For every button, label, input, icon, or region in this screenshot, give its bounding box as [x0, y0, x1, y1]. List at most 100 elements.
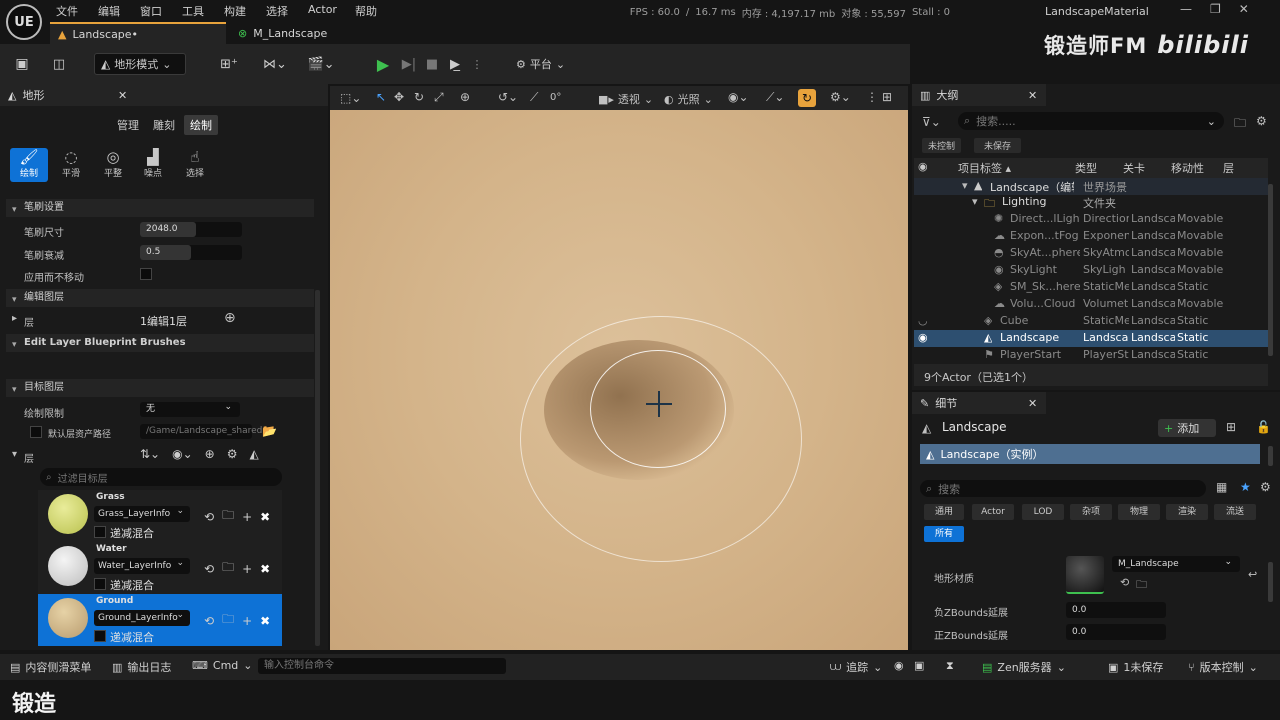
- filter-general[interactable]: 通用: [924, 504, 964, 520]
- minimize-icon[interactable]: —: [1180, 2, 1192, 16]
- lighting-button[interactable]: ◐ 光照 ⌄: [664, 91, 713, 107]
- select-mode-icon[interactable]: ⬚⌄: [340, 91, 361, 105]
- filter-lod[interactable]: LOD: [1022, 504, 1064, 520]
- close-icon[interactable]: ✕: [1239, 2, 1249, 16]
- outliner-row-selected[interactable]: ◉ ◭ Landscape Landsca Landsca Static: [914, 330, 1268, 347]
- default-path-field[interactable]: /Game/Landscape_shared: [140, 424, 262, 439]
- outliner-row[interactable]: ☁ Volu...Cloud Volumet Landsca Movable: [914, 296, 1268, 313]
- save-icon[interactable]: ▣: [12, 53, 32, 75]
- left-panel-scrollbar[interactable]: [315, 290, 320, 646]
- settings-icon[interactable]: ⚙: [1256, 114, 1267, 128]
- brush-falloff-field[interactable]: 0.5: [140, 245, 242, 260]
- scale-icon[interactable]: ⤢: [434, 90, 444, 105]
- add-icon[interactable]: +: [242, 614, 252, 628]
- tab-sculpt[interactable]: 雕刻: [148, 115, 180, 135]
- tool-smooth[interactable]: ◌ 平滑: [52, 148, 90, 182]
- browse-icon[interactable]: 🗀: [222, 506, 234, 527]
- column-mobility[interactable]: 移动性: [1171, 160, 1204, 176]
- material-select[interactable]: M_Landscape ⌄: [1112, 556, 1240, 572]
- actor-name[interactable]: Landscape: [942, 420, 1006, 434]
- section-edit-layers[interactable]: 编辑图层: [6, 289, 314, 309]
- content-drawer-button[interactable]: ▤ 内容侧滑菜单: [10, 659, 91, 675]
- expand-arrow-icon[interactable]: ▸: [12, 313, 17, 324]
- blueprint-icon[interactable]: ⋈⌄: [260, 53, 290, 75]
- outliner-row[interactable]: ▾ ▲ Landscape（编辑 世界场景: [914, 178, 1268, 195]
- expand-arrow-icon[interactable]: ▾: [12, 449, 17, 460]
- trace-button[interactable]: ⩊ 追踪 ⌄: [830, 659, 882, 675]
- visibility-column-icon[interactable]: ◉: [918, 160, 928, 173]
- outliner-row[interactable]: ☁ Expon...tFog Exponen Landsca Movable: [914, 228, 1268, 245]
- level-viewport[interactable]: [330, 110, 908, 650]
- hidden-eye-icon[interactable]: ◡: [918, 314, 928, 327]
- outliner-row[interactable]: ✺ Direct...lLight Direction Landsca Movable: [914, 211, 1268, 228]
- layer-info-select[interactable]: Water_LayerInfo: [94, 555, 190, 574]
- reset-icon[interactable]: ⟲: [204, 614, 214, 628]
- layout-icon[interactable]: ⊞: [882, 90, 892, 104]
- perspective-button[interactable]: ■▸ 透视 ⌄: [598, 91, 653, 107]
- rotate-icon[interactable]: ↻: [414, 90, 424, 104]
- table-view-icon[interactable]: ▦: [1216, 480, 1227, 494]
- tab-paint[interactable]: 绘制: [184, 115, 218, 135]
- stop-icon[interactable]: ■: [424, 53, 440, 75]
- lock-icon[interactable]: 🔓: [1256, 420, 1271, 434]
- realtime-icon[interactable]: ↻: [798, 89, 816, 107]
- browse-icon[interactable]: ◫: [48, 53, 70, 75]
- add-icon[interactable]: +: [242, 510, 252, 524]
- menu-file[interactable]: 文件: [56, 3, 78, 19]
- column-level[interactable]: 关卡: [1123, 160, 1145, 176]
- snap-value[interactable]: 0°: [550, 92, 561, 103]
- tool-paint[interactable]: 🖌 绘制: [10, 148, 48, 182]
- restore-icon[interactable]: ❐: [1210, 2, 1221, 16]
- eject-icon[interactable]: ▶̲: [444, 53, 466, 75]
- menu-actor[interactable]: Actor: [308, 3, 337, 16]
- outliner-row[interactable]: ▾ 🗀 Lighting 文件夹: [914, 194, 1268, 211]
- add-layer-icon[interactable]: ⊕: [224, 310, 236, 326]
- browse-icon[interactable]: 🗀: [222, 610, 234, 631]
- blend-checkbox[interactable]: [94, 630, 106, 642]
- step-icon[interactable]: ▶|: [398, 53, 420, 75]
- filter-all[interactable]: 所有: [924, 526, 964, 542]
- outliner-row[interactable]: ◉ SkyLight SkyLigh Landsca Movable: [914, 262, 1268, 279]
- default-path-checkbox[interactable]: [30, 426, 42, 438]
- details-scrollbar[interactable]: [1268, 562, 1273, 602]
- outliner-search-input[interactable]: ⌕ 搜索..... ⌄: [958, 112, 1224, 130]
- add-actor-icon[interactable]: ⊞⁺: [214, 53, 244, 75]
- brush-size-field[interactable]: 2048.0: [140, 222, 242, 237]
- unsaved-button[interactable]: ▣ 1未保存: [1108, 659, 1163, 675]
- paint-limit-select[interactable]: 无 ⌄: [140, 402, 240, 417]
- console-input[interactable]: 输入控制台命令: [258, 658, 506, 674]
- use-without-move-checkbox[interactable]: [140, 268, 152, 280]
- show-icon[interactable]: ◉⌄: [728, 90, 749, 104]
- outliner-scrollbar[interactable]: [1268, 184, 1273, 356]
- delete-icon[interactable]: ✖: [260, 510, 270, 524]
- component-row-instance[interactable]: ◭ Landscape（实例）: [920, 444, 1260, 464]
- folder-icon[interactable]: 📂: [262, 424, 277, 438]
- column-label[interactable]: 项目标签 ▴: [958, 160, 1011, 176]
- chip-unsaved[interactable]: 未保存: [974, 138, 1022, 153]
- menu-tools[interactable]: 工具: [182, 3, 204, 19]
- layer-usage-icon[interactable]: ⚙: [227, 447, 238, 461]
- pos-zbounds-field[interactable]: 0.0: [1066, 624, 1166, 640]
- filter-actor[interactable]: Actor: [972, 504, 1014, 520]
- cursor-icon[interactable]: ↖: [376, 90, 386, 104]
- more-options-icon[interactable]: ⋮: [472, 53, 483, 75]
- platform-button[interactable]: ⚙ 平台 ⌄: [512, 53, 569, 75]
- mode-select-button[interactable]: ◭ 地形模式 ⌄: [94, 53, 186, 75]
- record-icon[interactable]: ◉: [894, 659, 904, 672]
- play-icon[interactable]: ▶: [372, 53, 394, 75]
- layer-card-ground[interactable]: Ground Ground_LayerInfo 递减混合 ⟲ 🗀 + ✖: [38, 594, 282, 646]
- column-layer[interactable]: 层: [1223, 160, 1234, 176]
- details-scrollbar-top[interactable]: [1268, 446, 1273, 466]
- browse-icon[interactable]: 🗀: [1136, 576, 1147, 595]
- filter-streaming[interactable]: 流送: [1214, 504, 1256, 520]
- outliner-row[interactable]: ◈ SM_Sk...here StaticMe Landsca Static: [914, 279, 1268, 296]
- add-folder-icon[interactable]: 🗀: [1234, 114, 1246, 135]
- menu-window[interactable]: 窗口: [140, 3, 162, 19]
- layer-info-select[interactable]: Grass_LayerInfo: [94, 503, 190, 522]
- blend-checkbox[interactable]: [94, 578, 106, 590]
- menu-edit[interactable]: 编辑: [98, 3, 120, 19]
- add-layer-icon[interactable]: ⊕: [205, 447, 215, 461]
- reset-icon[interactable]: ⟲: [204, 510, 214, 524]
- more-options-icon[interactable]: ⋮: [866, 90, 878, 104]
- tab-landscape-level[interactable]: ▲ Landscape•: [50, 22, 226, 44]
